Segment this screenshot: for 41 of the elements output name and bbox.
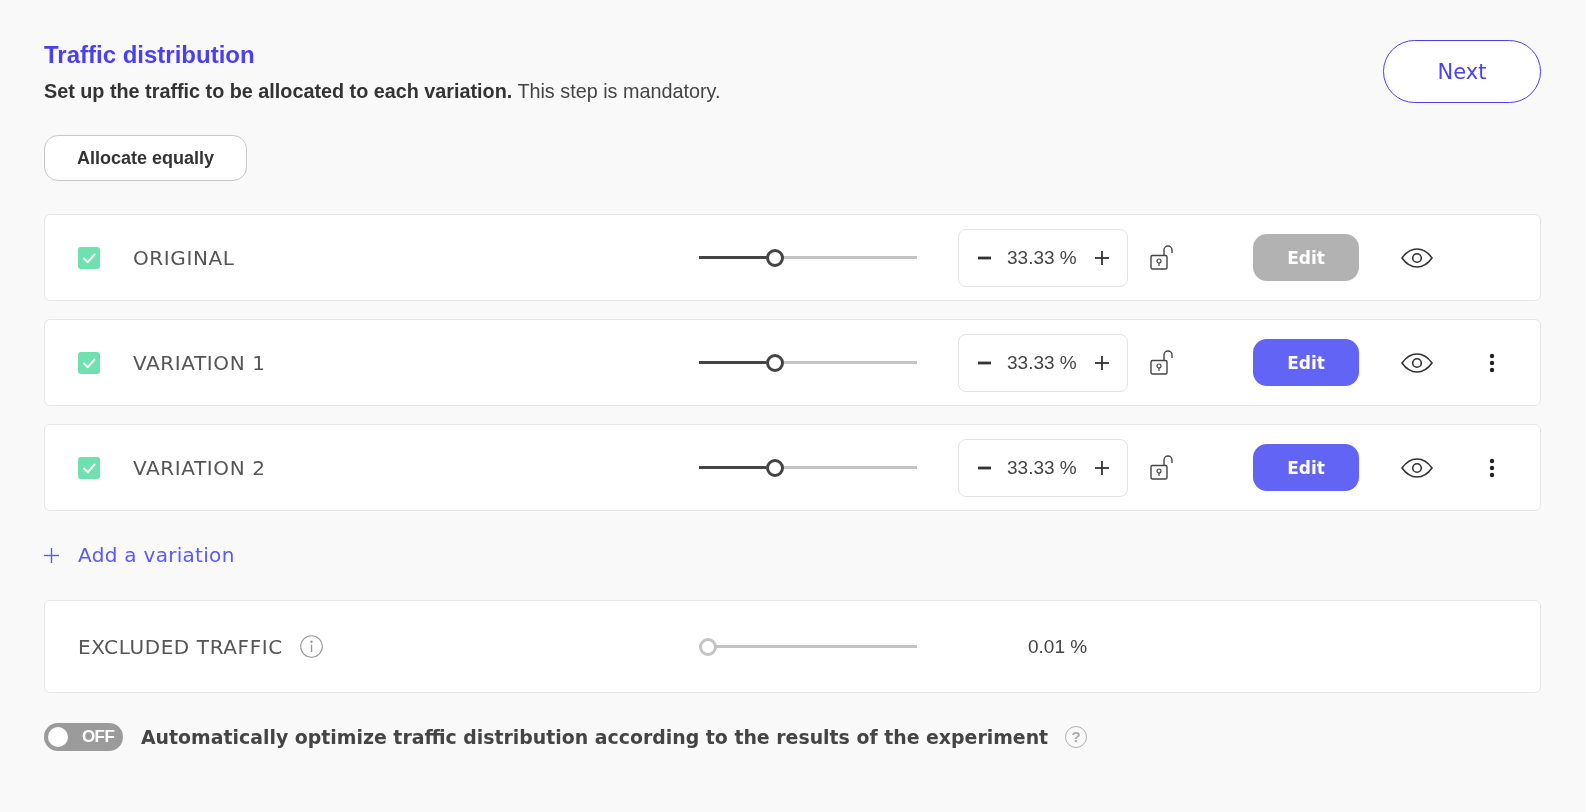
variation-name: VARIATION 1 — [133, 350, 267, 375]
slider-thumb[interactable] — [765, 353, 784, 372]
percentage-stepper[interactable]: 33.33 % — [958, 333, 1128, 392]
checkbox[interactable] — [78, 246, 100, 269]
padlock-icon[interactable] — [1150, 245, 1173, 270]
allocate-equally-button[interactable]: Allocate equally — [44, 135, 247, 181]
slider-fill[interactable] — [699, 466, 766, 469]
more-menu-icon[interactable] — [1489, 457, 1495, 478]
slider-thumb[interactable] — [765, 458, 784, 477]
edit-button[interactable]: Edit — [1253, 339, 1359, 386]
more-menu-icon[interactable] — [1489, 352, 1495, 373]
checkbox[interactable] — [78, 456, 100, 479]
slider-fill[interactable] — [699, 361, 766, 364]
next-button[interactable]: Next — [1383, 40, 1541, 103]
excluded-traffic-label: EXCLUDED TRAFFIC — [78, 634, 283, 659]
excluded-traffic-value: 0.01 % — [1028, 634, 1088, 659]
plus-icon[interactable] — [1094, 460, 1109, 475]
plus-icon — [44, 547, 59, 563]
slider-thumb[interactable] — [765, 248, 784, 267]
percentage-value[interactable]: 33.33 % — [1007, 245, 1077, 270]
padlock-icon[interactable] — [1150, 350, 1173, 375]
plus-icon[interactable] — [1094, 250, 1109, 265]
add-variation-link[interactable]: Add a variation — [44, 543, 235, 567]
variation-name: VARIATION 2 — [133, 455, 267, 480]
edit-button[interactable]: Edit — [1253, 444, 1359, 491]
percentage-stepper[interactable]: 33.33 % — [958, 228, 1128, 287]
eye-icon[interactable] — [1401, 247, 1433, 268]
plus-icon[interactable] — [1094, 355, 1109, 370]
percentage-value[interactable]: 33.33 % — [1007, 350, 1077, 375]
page-title: Traffic distribution — [44, 41, 256, 69]
percentage-value[interactable]: 33.33 % — [1007, 455, 1077, 480]
percentage-stepper[interactable]: 33.33 % — [958, 438, 1128, 497]
info-icon[interactable] — [299, 635, 323, 658]
auto-optimize-label: Automatically optimize traffic distribution according to the results of the experiment — [141, 725, 1049, 750]
checkbox[interactable] — [78, 351, 100, 374]
slider-fill[interactable] — [699, 256, 766, 259]
page-subtitle: Set up the traffic to be allocated to each variation. This step is mandatory. — [44, 79, 721, 103]
eye-icon[interactable] — [1401, 457, 1433, 478]
padlock-icon[interactable] — [1150, 455, 1173, 480]
eye-icon[interactable] — [1401, 352, 1433, 373]
variation-name: ORIGINAL — [133, 245, 236, 270]
